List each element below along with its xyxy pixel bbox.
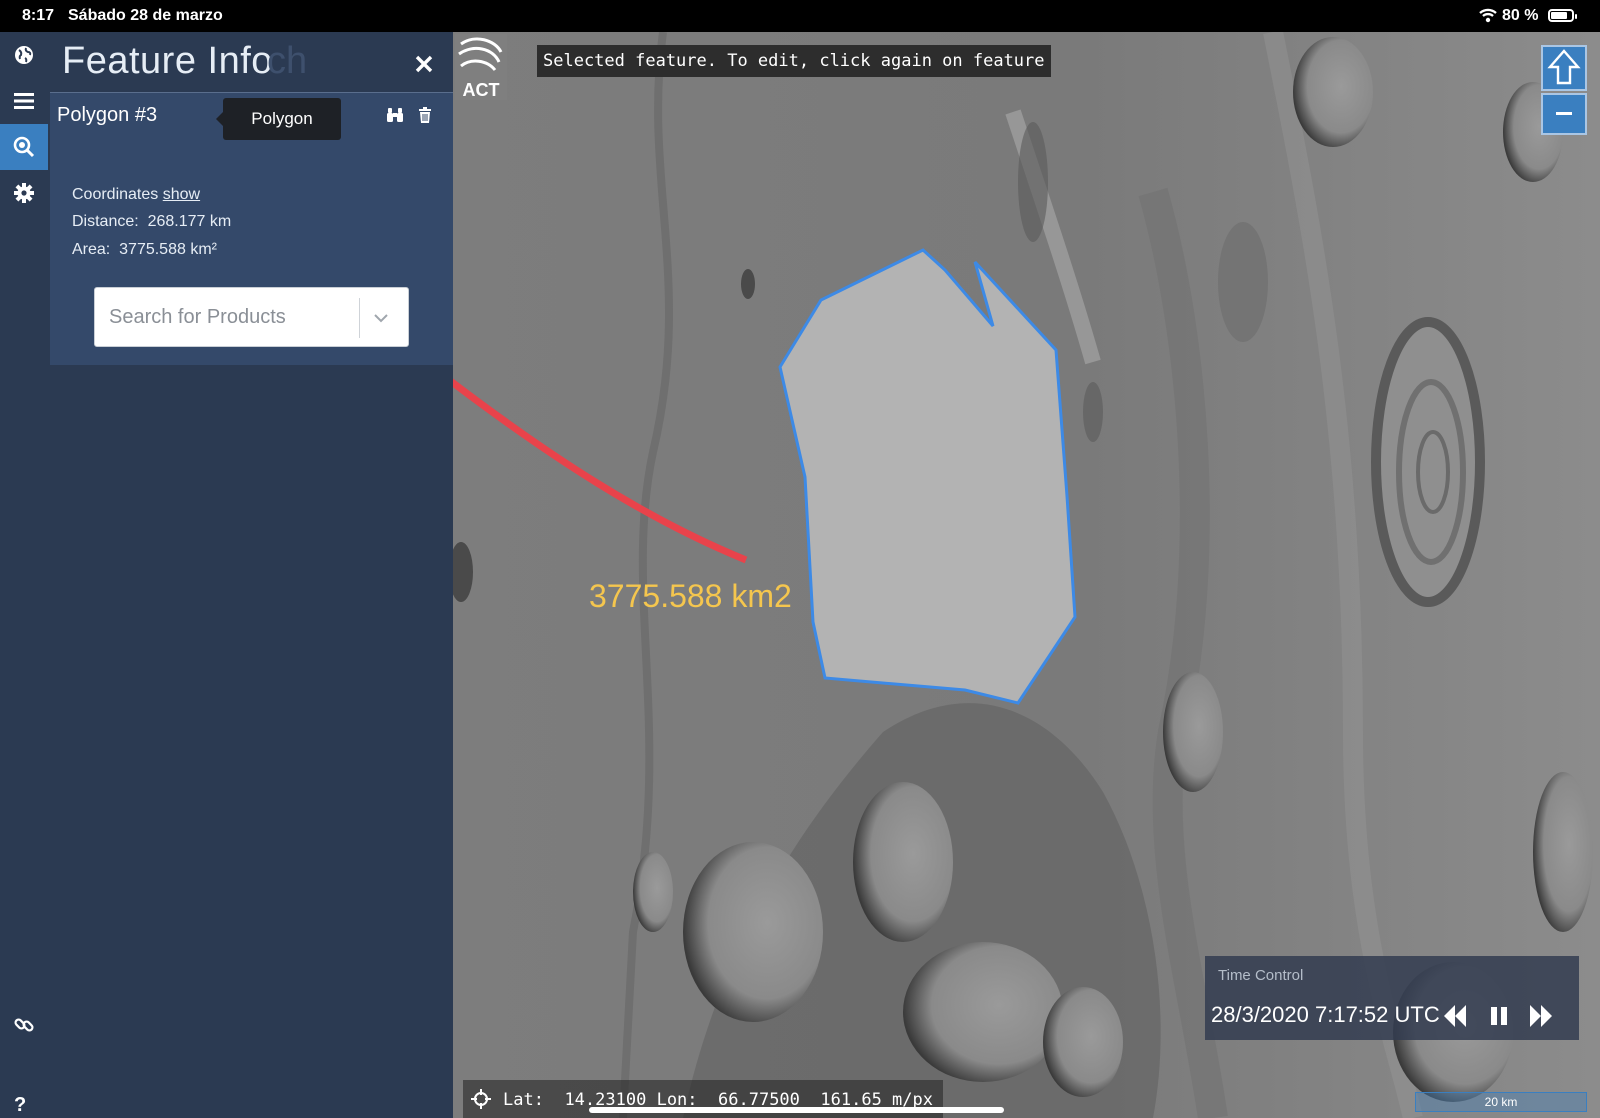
time-control-title: Time Control [1218,967,1304,984]
menu-button[interactable] [0,78,48,124]
coordinates-label: Coordinates [72,186,159,203]
act-logo: ACT [455,34,507,100]
trash-icon[interactable] [416,106,434,124]
battery-icon [1548,9,1577,22]
map-view[interactable]: ACT Selected feature. To edit, click aga… [453,32,1600,1118]
feature-info-panel: Feature Info ch Polygon #3 Polygon Coord… [50,32,453,1118]
menu-icon [14,93,34,109]
search-placeholder: Search for Products [109,306,286,328]
left-rail: ? [0,32,50,1118]
rewind-icon[interactable] [1441,1002,1469,1030]
panel-title-ghost: ch [267,40,308,82]
link-button[interactable] [0,1002,48,1048]
panel-title: Feature Info [62,40,273,82]
scale-bar: 20 km [1415,1092,1587,1112]
help-button[interactable]: ? [14,1094,26,1117]
zoom-out-button[interactable] [1541,93,1587,135]
home-button[interactable] [1541,45,1587,91]
area-label: Area: [72,241,111,258]
globe-icon [15,46,33,64]
home-indicator[interactable] [589,1107,1004,1113]
distance-value: 268.177 km [147,213,232,230]
coordinates-row: Coordinates show [72,186,200,204]
battery-percent: 80 % [1502,7,1539,24]
settings-icon [14,183,34,203]
area-value: 3775.588 km² [119,241,217,258]
fast-forward-icon[interactable] [1527,1002,1555,1030]
status-bar: 8:17 Sábado 28 de marzo 80 % [0,0,1600,32]
selection-banner: Selected feature. To edit, click again o… [537,45,1051,77]
distance-label: Distance: [72,213,139,230]
settings-button[interactable] [0,170,48,216]
area-annotation: 3775.588 km2 [589,578,792,614]
status-time: 8:17 [22,7,55,24]
chevron-down-icon[interactable] [371,308,391,328]
area-row: Area: 3775.588 km² [72,241,217,259]
current-datetime: 28/3/2020 7:17:52 UTC [1211,1002,1440,1027]
select-divider [359,298,360,338]
product-search-select[interactable]: Search for Products [94,287,409,347]
close-icon[interactable] [412,52,436,76]
binoculars-icon[interactable] [386,106,404,124]
feature-details: Coordinates show Distance: 268.177 km Ar… [50,140,453,365]
coordinates-show-link[interactable]: show [163,186,200,203]
minus-icon [1556,112,1572,115]
pause-icon[interactable] [1485,1002,1513,1030]
search-map-icon [13,136,35,158]
tooltip: Polygon [216,98,341,140]
distance-row: Distance: 268.177 km [72,213,231,231]
time-control: Time Control 28/3/2020 7:17:52 UTC [1205,956,1579,1040]
feature-search-button[interactable] [0,124,48,170]
crosshair-icon [471,1089,491,1109]
status-date: Sábado 28 de marzo [68,7,223,24]
up-arrow-icon [1547,49,1581,85]
svg-text:ACT: ACT [463,80,500,100]
globe-button[interactable] [0,32,48,78]
wifi-icon [1479,8,1497,23]
feature-name: Polygon #3 [57,104,158,126]
link-icon [14,1018,34,1032]
